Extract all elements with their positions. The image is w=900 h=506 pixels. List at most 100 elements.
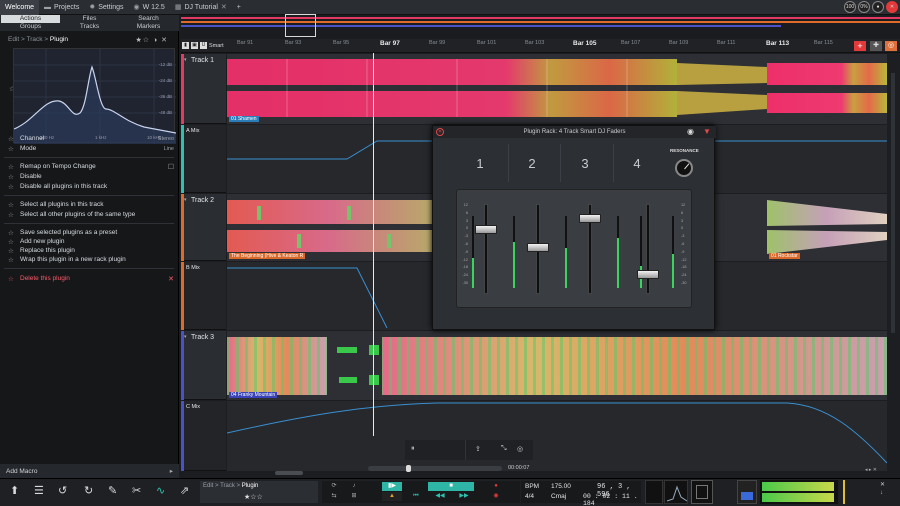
warning-icon[interactable]: ▲ (382, 492, 402, 501)
menu-channel[interactable]: ☆ Channel Stereo (8, 134, 174, 143)
record-indicator-icon[interactable]: ● (872, 1, 884, 13)
rack-title-bar[interactable]: Plugin Rack: 4 Track Smart DJ Faders (433, 126, 716, 138)
star-icon[interactable]: ☆ (8, 229, 20, 237)
collapse-arrow-icon[interactable]: ▾ (184, 197, 187, 203)
share-icon[interactable]: ⇗ (180, 484, 189, 497)
target-icon[interactable]: ◎ (517, 445, 523, 453)
b-mix-header[interactable]: B Mix (181, 262, 226, 330)
close-window-icon[interactable]: ✕ (886, 1, 898, 13)
track-3-lane[interactable]: 04 Franky Mountain (227, 331, 887, 400)
menu-select-other[interactable]: ☆ Select all other plugins of the same ty… (8, 210, 174, 219)
import-icon[interactable]: ⬆ (10, 484, 19, 497)
snap-icon[interactable]: ▣ (191, 42, 198, 49)
vertical-scrollbar[interactable] (891, 73, 895, 333)
tab-markers[interactable]: Markers (119, 23, 178, 31)
add-track-button[interactable]: + (854, 41, 866, 51)
menu-wrap[interactable]: ☆ Wrap this plugin in a new rack plugin (8, 255, 174, 264)
star-icon[interactable]: ☆ (8, 211, 20, 219)
zoom-controls-icon[interactable]: ◂ ▸ ✕ (865, 467, 877, 473)
time-position[interactable]: 00 : 02 : 11 . 184 (583, 493, 641, 506)
close-tab-icon[interactable]: ✕ (221, 3, 227, 11)
stop-button[interactable]: ■ (428, 482, 474, 491)
tab-tracks[interactable]: Tracks (60, 23, 119, 31)
track-3-header[interactable]: Track 3 ▾ (181, 331, 226, 400)
tab-projects[interactable]: ▬ Projects (39, 0, 84, 15)
delete-icon[interactable]: ✕ (168, 275, 174, 283)
star-icon[interactable]: ☆ (8, 247, 20, 255)
redo-icon[interactable]: ↻ (84, 484, 93, 497)
tab-search[interactable]: Search (119, 15, 178, 23)
fader-3-handle[interactable] (579, 213, 601, 223)
audio-clip[interactable]: 04 Franky Mountain (227, 333, 887, 399)
spectrum-thumbnail[interactable] (664, 480, 688, 504)
horizontal-scrollbar[interactable] (275, 471, 303, 475)
star-icon[interactable]: ☆ (8, 163, 20, 171)
bpm-value[interactable]: 175.00 (551, 483, 571, 490)
tab-welcome[interactable]: Welcome (0, 0, 40, 15)
fader-4-handle[interactable] (637, 270, 659, 280)
record-icon[interactable]: ● (486, 482, 506, 491)
menu-mode[interactable]: ☆ Mode Line (8, 144, 174, 153)
star-icon[interactable]: ☆ (8, 256, 20, 264)
zoom-indicator[interactable]: 100 (844, 1, 856, 13)
c-mix-lane[interactable] (227, 401, 887, 471)
close-rack-icon[interactable]: ✕ (436, 128, 444, 136)
metronome-icon[interactable]: ♪ (344, 482, 364, 491)
track-1-lane[interactable]: 01 Shamen (227, 54, 887, 124)
record-arm-icon[interactable]: ◉ (486, 492, 506, 501)
track-1-header[interactable]: Track 1 ▾ (181, 54, 226, 124)
window-controls-icon[interactable]: ✕ ↓ (880, 481, 885, 497)
fast-forward-icon[interactable]: ▶▶ (454, 492, 474, 501)
time-signature[interactable]: 4/4 (525, 493, 534, 500)
plugin-rack-window[interactable]: Plugin Rack: 4 Track Smart DJ Faders ✕ ◉… (432, 125, 716, 330)
menu-remap[interactable]: ☆ Remap on Tempo Change ☐ (8, 162, 174, 171)
shrink-icon[interactable]: ⤡ (501, 445, 507, 453)
magnet-icon[interactable]: U (200, 42, 207, 49)
select-tool-icon[interactable]: ▮ (182, 42, 189, 49)
eq-graph[interactable]: -12 dB -24 dB -36 dB -48 dB 100 Hz 1 kHz… (13, 48, 176, 144)
fader-1-handle[interactable] (475, 225, 497, 235)
snap-icon[interactable]: ⊞ (344, 492, 364, 501)
play-from-start-button[interactable]: ▮▶ (382, 482, 402, 491)
add-macro-bar[interactable]: Add Macro ▸ (0, 464, 179, 478)
collapse-arrow-icon[interactable]: ▾ (184, 57, 187, 63)
timeline-ruler[interactable]: Bar 91 Bar 93 Bar 95 Bar 97 Bar 99 Bar 1… (181, 39, 900, 53)
rewind-to-start-icon[interactable]: ⏮ (406, 492, 426, 501)
audio-clip[interactable]: 01 Rockstar (767, 196, 887, 260)
tab-project[interactable]: ▦ DJ Tutorial ✕ (170, 0, 232, 15)
resonance-knob[interactable] (675, 159, 693, 177)
c-mix-header[interactable]: C Mix (181, 401, 226, 471)
menu-select-all[interactable]: ☆ Select all plugins in this track (8, 200, 174, 209)
star-icon[interactable]: ☆ (8, 201, 20, 209)
overview-viewport[interactable] (285, 14, 316, 37)
tab-version[interactable]: ◉ W 12.5 (129, 0, 170, 15)
expand-arrow-icon[interactable]: ▸ (170, 467, 173, 475)
status-breadcrumb[interactable]: Edit > Track > Plugin ★☆☆ (200, 481, 318, 503)
star-icon[interactable]: ☆ (8, 173, 20, 181)
tab-settings[interactable]: ✹ Settings (84, 0, 128, 15)
mini-view[interactable] (691, 480, 713, 504)
menu-disable-all[interactable]: ☆ Disable all plugins in this track (8, 182, 174, 191)
key-signature[interactable]: Cmaj (551, 493, 566, 500)
menu-delete[interactable]: ☆ Delete this plugin ✕ (8, 274, 174, 283)
a-mix-header[interactable]: A Mix (181, 125, 226, 193)
undo-icon[interactable]: ↺ (58, 484, 67, 497)
settings-button[interactable]: ✚ (870, 41, 882, 51)
menu-icon[interactable]: ☰ (34, 484, 44, 497)
wrench-icon[interactable]: ✎ (108, 484, 117, 497)
track-2-header[interactable]: Track 2 ▾ (181, 194, 226, 261)
star-icon[interactable]: ☆ (8, 145, 20, 153)
tab-files[interactable]: Files (60, 15, 119, 23)
star-icon[interactable]: ☆ (8, 275, 20, 283)
add-tab-button[interactable]: + (232, 0, 246, 15)
menu-disable[interactable]: ☆ Disable (8, 172, 174, 181)
menu-save-preset[interactable]: ☆ Save selected plugins as a preset (8, 228, 174, 237)
tempo-display[interactable]: BPM 175.00 96 , 3 , 596 4/4 Cmaj 00 : 02… (521, 481, 641, 506)
loop-icon[interactable]: ⟳ (324, 482, 344, 491)
timeline-scrollbar[interactable] (368, 465, 502, 472)
waveform-icon[interactable]: ∿ (156, 484, 165, 497)
menu-replace[interactable]: ☆ Replace this plugin (8, 246, 174, 255)
star-icon[interactable]: ☆ (8, 135, 20, 143)
rating-stars[interactable]: ★☆☆ (244, 493, 263, 501)
star-icon[interactable]: ☆ (8, 238, 20, 246)
